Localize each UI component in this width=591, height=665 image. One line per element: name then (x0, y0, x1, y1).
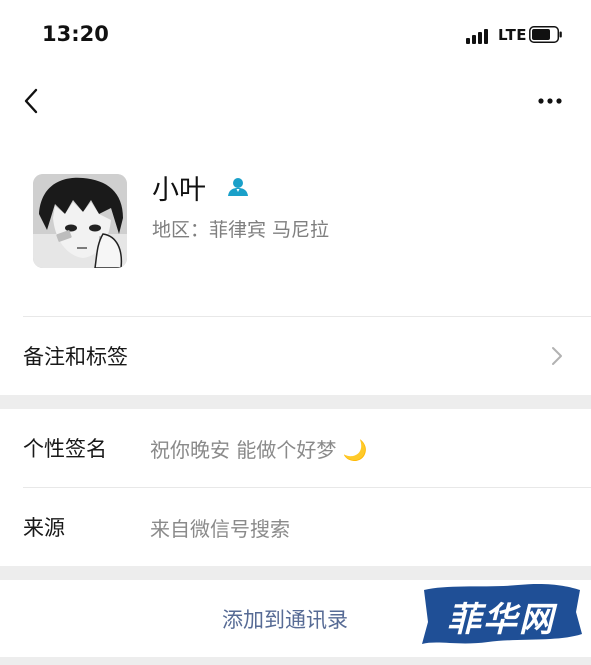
moon-emoji: 🌙 (342, 438, 368, 462)
verified-contact-icon (228, 178, 248, 196)
source-row: 来源 来自微信号搜索 (0, 488, 591, 566)
watermark-logo: 菲华网 (418, 582, 584, 654)
status-time: 13:20 (42, 22, 109, 46)
status-bar: 13:20 LTE (0, 0, 591, 70)
section-gap (0, 566, 591, 580)
source-value: 来自微信号搜索 (150, 517, 290, 541)
profile-name: 小叶 (152, 175, 206, 206)
remarks-tags-label: 备注和标签 (23, 345, 128, 369)
chevron-right-icon (552, 347, 562, 365)
signature-value: 祝你晚安 能做个好梦 🌙 (150, 434, 368, 463)
section-gap (0, 395, 591, 409)
section-gap (0, 657, 591, 665)
network-type: LTE (498, 26, 528, 44)
add-contact-button[interactable]: 添加到通讯录 (222, 604, 348, 634)
back-icon[interactable] (18, 84, 48, 118)
signature-text: 祝你晚安 能做个好梦 (150, 438, 337, 462)
remarks-tags-row[interactable]: 备注和标签 (0, 317, 591, 395)
watermark-text: 菲华网 (447, 600, 555, 640)
profile-header: 小叶 地区：菲律宾 马尼拉 (0, 130, 591, 316)
nav-bar (0, 70, 591, 130)
signal-strength-icon (466, 28, 490, 44)
more-options-icon[interactable] (532, 88, 568, 114)
battery-icon (529, 26, 562, 43)
signature-row: 个性签名 祝你晚安 能做个好梦 🌙 (0, 409, 591, 487)
avatar[interactable] (33, 174, 127, 268)
signature-label: 个性签名 (23, 437, 107, 461)
source-label: 来源 (23, 516, 65, 540)
profile-region: 地区：菲律宾 马尼拉 (152, 219, 330, 241)
